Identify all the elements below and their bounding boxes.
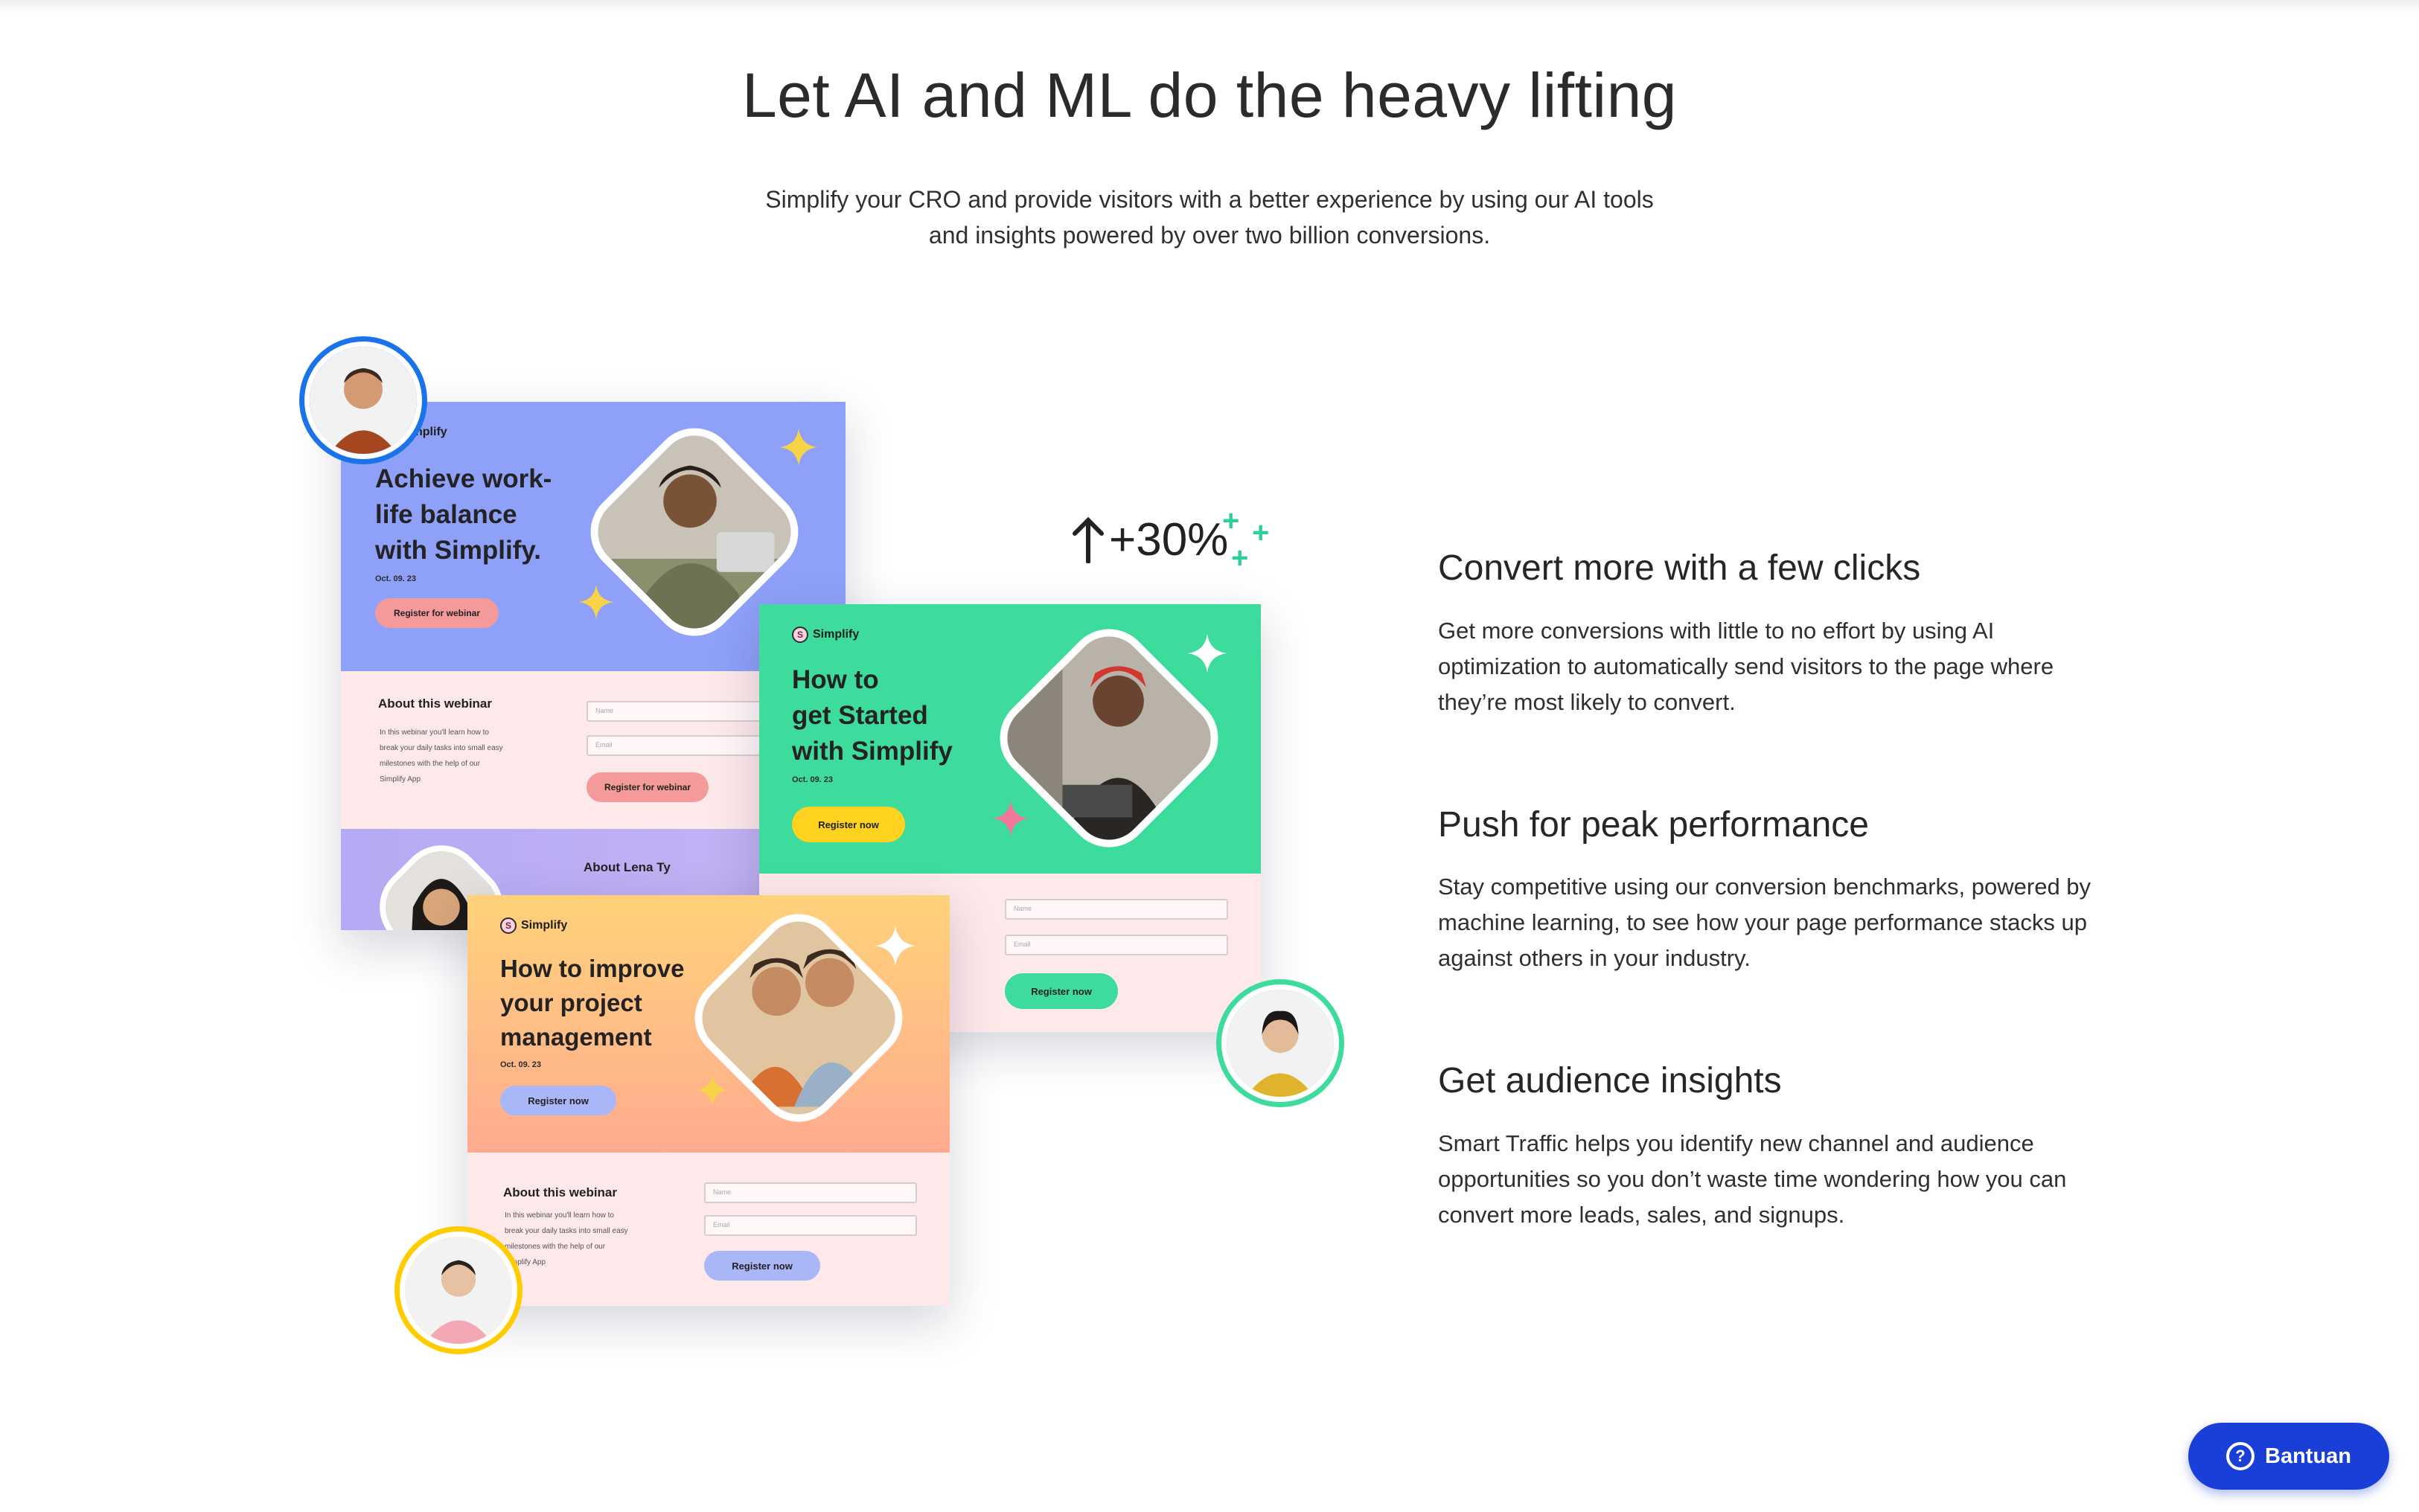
title-line: Achieve work- [375, 464, 552, 493]
brand-logo: S Simplify [792, 627, 859, 643]
mockup-date: Oct. 09. 23 [792, 775, 834, 784]
title-line: your project [500, 989, 642, 1016]
form-register-button: Register now [1005, 973, 1118, 1009]
title-line: with Simplify. [375, 536, 541, 565]
title-line: life balance [375, 500, 517, 529]
email-field: Email [1005, 935, 1228, 955]
description-line: break your daily tasks into small easy [380, 744, 503, 752]
sparkle-icon [579, 585, 613, 619]
description-line: Simplify App [380, 775, 421, 784]
sparkle-icon [875, 926, 915, 966]
brand-logo: S Simplify [500, 917, 567, 934]
description-line: milestones with the help of our [380, 760, 481, 768]
register-button: Register now [792, 807, 905, 842]
sparkle-icon [1188, 634, 1227, 673]
feature-line: they’re most likely to convert. [1438, 689, 1736, 715]
arrow-up-icon [1073, 516, 1104, 563]
feature-line: convert more leads, sales, and signups. [1438, 1202, 1845, 1228]
feature-title-insights: Get audience insights [1438, 1061, 1782, 1101]
title-line: How to [792, 665, 879, 694]
form-register-button: Register for webinar [587, 772, 709, 802]
mockup-title: How to improve your project management [500, 952, 685, 1054]
about-webinar-heading: About this webinar [378, 696, 492, 711]
sparkle-icon [993, 801, 1029, 836]
brand-name: Simplify [813, 628, 860, 641]
man-brown-shirt-avatar [304, 342, 422, 459]
form-register-button: Register now [704, 1251, 820, 1281]
feature-body-convert: Get more conversions with little to no e… [1438, 613, 2153, 720]
feature-body-performance: Stay competitive using our conversion be… [1438, 869, 2153, 976]
title-line: How to improve [500, 955, 685, 982]
brand-mark-icon: S [500, 917, 517, 934]
feature-line: Stay competitive using our conversion be… [1438, 874, 2092, 900]
title-line: with Simplify [792, 737, 953, 766]
feature-line: optimization to automatically send visit… [1438, 653, 2054, 679]
mockup-date: Oct. 09. 23 [375, 574, 417, 583]
name-field: Name [704, 1182, 917, 1203]
description-line: Simplify App [505, 1258, 546, 1266]
brand-mark-icon: S [792, 627, 808, 643]
feature-line: against others in your industry. [1438, 945, 1751, 971]
feature-body-insights: Smart Traffic helps you identify new cha… [1438, 1126, 2153, 1233]
description-line: break your daily tasks into small easy [505, 1227, 628, 1235]
register-button: Register now [500, 1086, 616, 1115]
plus-icon: + [1231, 542, 1249, 574]
mockup-date: Oct. 09. 23 [500, 1060, 542, 1069]
feature-line: Get more conversions with little to no e… [1438, 618, 1995, 644]
feature-line: machine learning, to see how your page p… [1438, 909, 2087, 935]
description-line: In this webinar you'll learn how to [380, 728, 489, 737]
brand-name: Simplify [521, 919, 568, 932]
conversion-uplift: +30% [1072, 513, 1228, 566]
person-pink-shirt-avatar [400, 1231, 517, 1349]
feature-title-performance: Push for peak performance [1438, 805, 1869, 845]
feature-title-convert: Convert more with a few clicks [1438, 548, 1921, 588]
name-field: Name [1005, 899, 1228, 920]
question-icon: ? [2226, 1442, 2255, 1470]
plus-icon: + [1252, 516, 1270, 549]
email-field: Email [704, 1215, 917, 1236]
about-webinar-heading: About this webinar [503, 1185, 617, 1199]
mockup-illustration: nplify Achieve work- life balance with S… [0, 0, 2419, 1512]
help-button[interactable]: ? Bantuan [2188, 1423, 2389, 1490]
description-line: In this webinar you'll learn how to [505, 1211, 614, 1220]
plus-icon: + [1222, 504, 1240, 537]
sparkle-icon [780, 429, 817, 466]
webinar-description: In this webinar you'll learn how to brea… [380, 725, 503, 787]
webinar-description: In this webinar you'll learn how to brea… [505, 1208, 628, 1270]
mockup-title: How to get Started with Simplify [792, 662, 953, 769]
feature-line: Smart Traffic helps you identify new cha… [1438, 1130, 2034, 1156]
title-line: management [500, 1023, 652, 1051]
about-speaker-heading: About Lena Ty [584, 860, 671, 874]
mockup-title: Achieve work- life balance with Simplify… [375, 461, 552, 568]
feature-line: opportunities so you don’t waste time wo… [1438, 1166, 2067, 1192]
sparkle-icon [697, 1074, 728, 1106]
help-label: Bantuan [2265, 1444, 2351, 1468]
register-button: Register for webinar [375, 598, 499, 628]
description-line: milestones with the help of our [505, 1243, 606, 1251]
uplift-value: +30% [1109, 514, 1229, 566]
woman-yellow-jacket-avatar [1221, 984, 1339, 1102]
title-line: get Started [792, 701, 928, 730]
